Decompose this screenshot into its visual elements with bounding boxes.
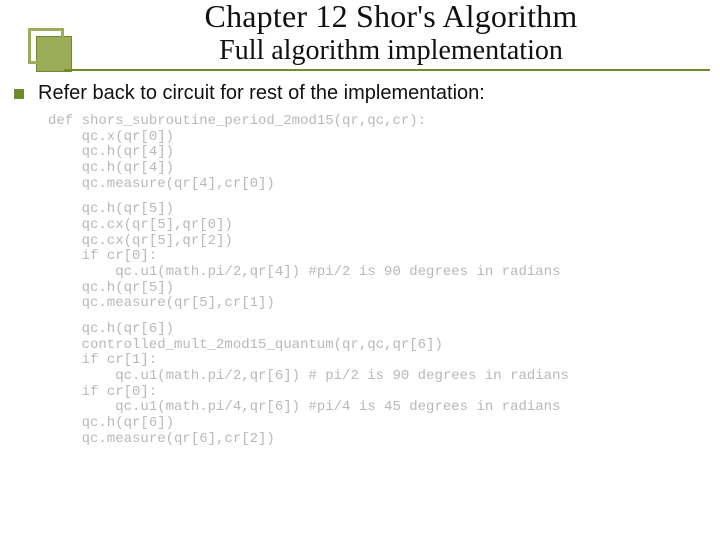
- code-line: qc.h(qr[4]): [48, 161, 700, 177]
- code-line: qc.cx(qr[5],qr[0]): [48, 218, 700, 234]
- slide-title: Chapter 12 Shor's Algorithm: [72, 0, 710, 35]
- slide-decoration: [28, 28, 64, 64]
- code-line: qc.measure(qr[4],cr[0]): [48, 177, 700, 193]
- code-line: qc.measure(qr[6],cr[2]): [48, 432, 700, 448]
- bullet-text: Refer back to circuit for rest of the im…: [38, 82, 485, 105]
- code-line: qc.h(qr[6]): [48, 416, 700, 432]
- code-line: if cr[0]:: [48, 249, 700, 265]
- code-block: def shors_subroutine_period_2mod15(qr,qc…: [48, 114, 700, 447]
- code-line: qc.x(qr[0]): [48, 130, 700, 146]
- code-line: qc.h(qr[5]): [48, 202, 700, 218]
- code-line: qc.measure(qr[5],cr[1]): [48, 296, 700, 312]
- title-underline: [64, 69, 710, 71]
- code-line: qc.u1(math.pi/2,qr[4]) #pi/2 is 90 degre…: [48, 265, 700, 281]
- code-line: qc.h(qr[5]): [48, 281, 700, 297]
- bullet-item: Refer back to circuit for rest of the im…: [14, 82, 710, 105]
- code-line: qc.h(qr[4]): [48, 145, 700, 161]
- code-line: if cr[1]:: [48, 353, 700, 369]
- bullet-icon: [14, 89, 24, 99]
- code-line: controlled_mult_2mod15_quantum(qr,qc,qr[…: [48, 338, 700, 354]
- code-line: if cr[0]:: [48, 385, 700, 401]
- title-block: Chapter 12 Shor's Algorithm Full algorit…: [72, 0, 710, 67]
- slide-subtitle: Full algorithm implementation: [72, 35, 710, 67]
- code-line: def shors_subroutine_period_2mod15(qr,qc…: [48, 114, 700, 130]
- code-line: qc.cx(qr[5],qr[2]): [48, 234, 700, 250]
- code-line: qc.u1(math.pi/2,qr[6]) # pi/2 is 90 degr…: [48, 369, 700, 385]
- code-line: qc.h(qr[6]): [48, 322, 700, 338]
- code-line: qc.u1(math.pi/4,qr[6]) #pi/4 is 45 degre…: [48, 400, 700, 416]
